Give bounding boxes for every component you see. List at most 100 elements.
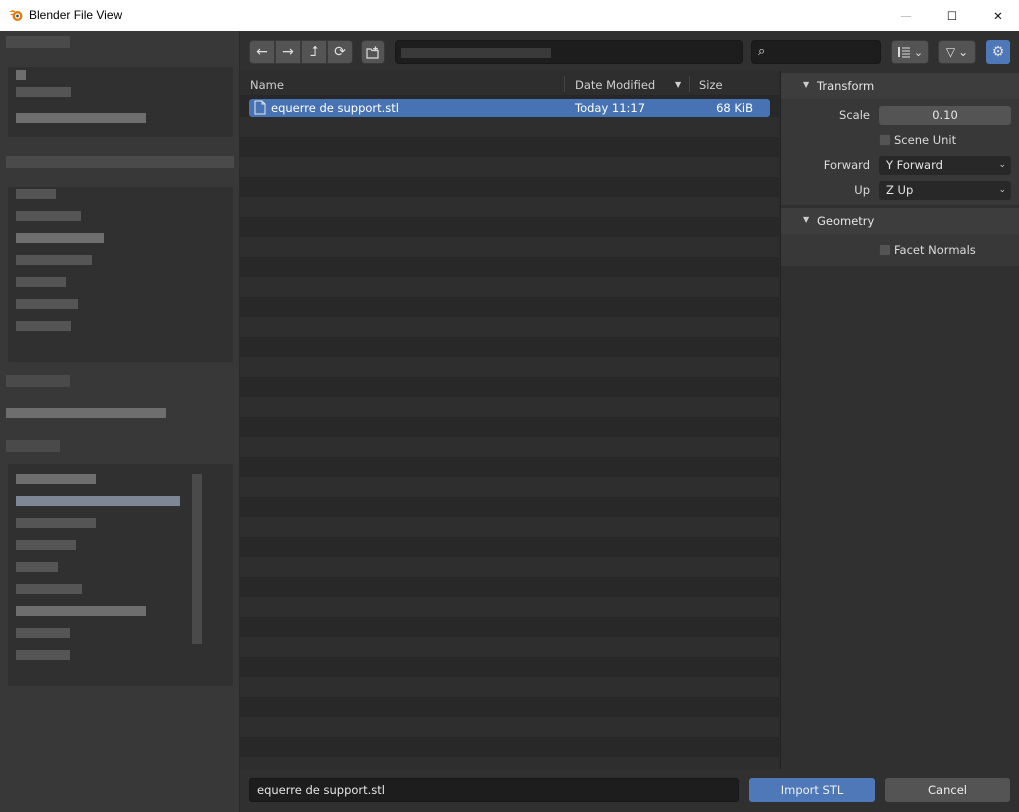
minimize-button[interactable]: — xyxy=(883,0,929,31)
back-button[interactable]: ← xyxy=(249,40,275,64)
sidebar-item[interactable] xyxy=(16,540,76,550)
title-bar: Blender File View — ☐ ✕ xyxy=(0,0,1019,31)
column-name[interactable]: Name xyxy=(250,78,284,92)
sidebar-item[interactable] xyxy=(16,628,70,638)
sidebar-item[interactable] xyxy=(16,233,104,243)
scene-unit-label: Scene Unit xyxy=(894,133,957,147)
new-folder-button[interactable] xyxy=(361,40,385,64)
sidebar-item[interactable] xyxy=(16,255,92,265)
geometry-section-header[interactable]: ▼ Geometry xyxy=(781,208,1019,234)
bottom-bar: Import STL Cancel xyxy=(240,769,1019,812)
sidebar-panel xyxy=(8,67,233,137)
list-row-stripe xyxy=(240,717,779,737)
sidebar-item[interactable] xyxy=(16,211,81,221)
sidebar xyxy=(0,31,240,812)
sidebar-item[interactable] xyxy=(16,113,146,123)
file-row[interactable]: equerre de support.stl Today 11:17 68 Ki… xyxy=(249,99,770,117)
sidebar-item[interactable] xyxy=(16,87,71,97)
sidebar-item[interactable] xyxy=(16,496,180,506)
up-label: Up xyxy=(854,183,870,197)
import-stl-button[interactable]: Import STL xyxy=(749,778,875,802)
display-mode-icon xyxy=(897,47,910,58)
column-header: Name Date Modified ▼ Size xyxy=(240,71,779,96)
sidebar-item[interactable] xyxy=(16,606,146,616)
sidebar-section-header[interactable] xyxy=(6,36,70,48)
sidebar-item[interactable] xyxy=(16,562,58,572)
transform-section-header[interactable]: ▼ Transform xyxy=(781,73,1019,99)
chevron-down-icon: ⌄ xyxy=(998,160,1006,170)
sidebar-panel xyxy=(8,464,233,686)
arrow-up-icon: ⮥ xyxy=(309,44,319,60)
forward-dropdown[interactable]: Y Forward ⌄ xyxy=(879,156,1011,175)
triangle-down-icon: ▼ xyxy=(803,80,810,89)
list-row-stripe xyxy=(240,117,779,137)
list-row-stripe xyxy=(240,237,779,257)
list-row-stripe xyxy=(240,437,779,457)
column-size[interactable]: Size xyxy=(699,78,723,92)
triangle-down-icon: ▼ xyxy=(803,215,810,224)
properties-panel: ▼ Transform Scale 0.10 Scene Unit Forwar… xyxy=(780,71,1019,812)
filter-icon: ▽ xyxy=(945,45,956,59)
arrow-left-icon: ← xyxy=(256,44,268,60)
chevron-down-icon: ⌄ xyxy=(998,185,1006,195)
sidebar-item[interactable] xyxy=(16,299,78,309)
close-button[interactable]: ✕ xyxy=(975,0,1019,31)
list-row-stripe xyxy=(240,677,779,697)
sidebar-item[interactable] xyxy=(16,650,70,660)
geometry-section-body: Facet Normals xyxy=(781,234,1019,266)
facet-normals-label: Facet Normals xyxy=(894,243,976,257)
sidebar-item[interactable] xyxy=(6,408,166,418)
cancel-button[interactable]: Cancel xyxy=(885,778,1010,802)
list-row-stripe xyxy=(240,477,779,497)
column-separator[interactable] xyxy=(564,76,565,92)
directory-path-input[interactable] xyxy=(395,40,743,64)
chevron-down-icon: ⌄ xyxy=(913,45,924,59)
file-date: Today 11:17 xyxy=(575,101,646,115)
search-input[interactable]: ⌕ xyxy=(751,40,881,64)
column-separator[interactable] xyxy=(689,76,690,92)
parent-directory-button[interactable]: ⮥ xyxy=(301,40,327,64)
gear-icon: ⚙ xyxy=(991,44,1005,60)
forward-button[interactable]: → xyxy=(275,40,301,64)
filename-input[interactable] xyxy=(249,778,739,802)
sidebar-item[interactable] xyxy=(16,584,82,594)
sidebar-item[interactable] xyxy=(16,518,96,528)
sidebar-item[interactable] xyxy=(16,321,71,331)
sidebar-item[interactable] xyxy=(16,70,26,80)
list-row-stripe xyxy=(240,277,779,297)
sort-descending-icon[interactable]: ▼ xyxy=(675,80,681,89)
up-value: Z Up xyxy=(886,183,914,197)
file-icon xyxy=(254,100,266,115)
filter-dropdown[interactable]: ▽ ⌄ xyxy=(938,40,976,64)
refresh-button[interactable]: ⟳ xyxy=(327,40,353,64)
toolbar: ← → ⮥ ⟳ ⌕ ⌄ ▽ ⌄ ⚙ xyxy=(240,31,1019,71)
list-row-stripe xyxy=(240,197,779,217)
new-folder-icon xyxy=(366,46,379,59)
sidebar-item[interactable] xyxy=(16,277,66,287)
file-list: Name Date Modified ▼ Size equerre de sup… xyxy=(240,71,779,769)
list-row-stripe xyxy=(240,357,779,377)
sidebar-section-header[interactable] xyxy=(6,375,70,387)
scale-input[interactable]: 0.10 xyxy=(879,106,1011,125)
settings-button[interactable]: ⚙ xyxy=(986,40,1010,64)
maximize-button[interactable]: ☐ xyxy=(929,0,975,31)
list-row-stripe xyxy=(240,597,779,617)
display-mode-dropdown[interactable]: ⌄ xyxy=(891,40,929,64)
sidebar-section-header[interactable] xyxy=(6,156,234,168)
file-size: 68 KiB xyxy=(716,101,753,115)
facet-normals-checkbox[interactable] xyxy=(879,244,891,256)
transform-section-body: Scale 0.10 Scene Unit Forward Y Forward … xyxy=(781,99,1019,205)
sidebar-item[interactable] xyxy=(16,474,96,484)
forward-value: Y Forward xyxy=(886,158,943,172)
up-dropdown[interactable]: Z Up ⌄ xyxy=(879,181,1011,200)
sidebar-scrollbar[interactable] xyxy=(192,474,202,644)
sidebar-panel xyxy=(8,187,233,362)
column-date-modified[interactable]: Date Modified xyxy=(575,78,655,92)
list-row-stripe xyxy=(240,757,779,769)
list-row-stripe xyxy=(240,637,779,657)
list-row-stripe xyxy=(240,157,779,177)
refresh-icon: ⟳ xyxy=(334,44,346,60)
sidebar-section-header[interactable] xyxy=(6,440,60,452)
scene-unit-checkbox[interactable] xyxy=(879,134,891,146)
sidebar-item[interactable] xyxy=(16,189,56,199)
